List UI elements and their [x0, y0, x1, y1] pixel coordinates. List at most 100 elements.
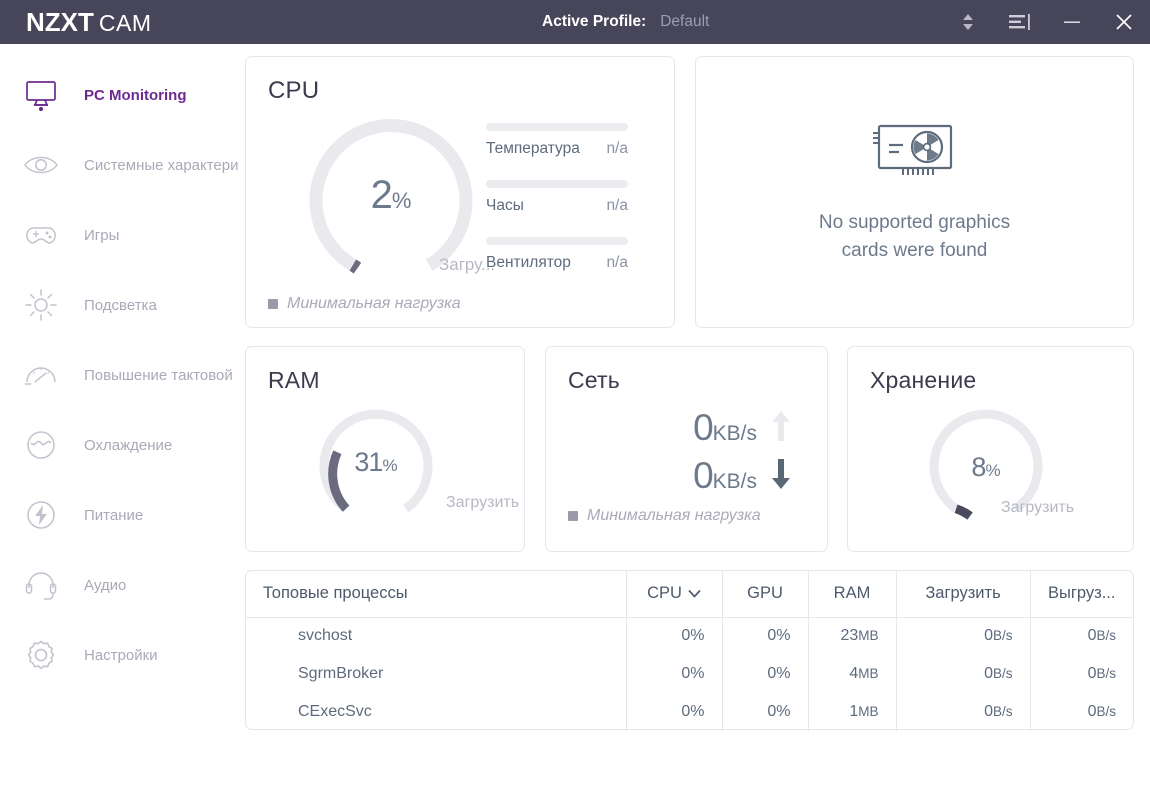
gamepad-icon	[18, 212, 64, 258]
title-bar: NZXT CAM Active Profile: Default	[0, 0, 1150, 44]
network-download-row: 0KB/s	[693, 455, 791, 497]
process-download: 0B/s	[896, 617, 1031, 655]
process-ram: 4MB	[808, 655, 897, 693]
network-card-title: Сеть	[568, 367, 620, 393]
monitor-icon	[18, 72, 64, 118]
sidebar-item-cooling[interactable]: Охлаждение	[0, 410, 245, 480]
cpu-stats-list: Температура n/a Часы n/a Вентилятор n/a	[486, 123, 628, 294]
list-menu-icon[interactable]	[994, 0, 1046, 44]
gpu-empty-message: No supported graphics cards were found	[818, 211, 1011, 261]
cpu-stat-fan: Вентилятор n/a	[486, 237, 628, 272]
cpu-load-status-text: Минимальная нагрузка	[287, 295, 461, 312]
ram-card-title: RAM	[268, 367, 320, 393]
process-gpu: 0%	[722, 617, 809, 655]
cpu-stat-value: n/a	[606, 197, 628, 214]
sidebar-item-label: PC Monitoring	[84, 86, 187, 104]
process-upload: 0B/s	[1087, 665, 1116, 682]
process-cpu: 0%	[626, 693, 723, 731]
process-upload: 0B/s	[1087, 703, 1116, 720]
cpu-clock-bar	[486, 180, 628, 188]
sidebar-item-power[interactable]: Питание	[0, 480, 245, 550]
column-header-cpu[interactable]: CPU	[626, 571, 723, 618]
ram-card[interactable]: RAM 31% Загрузить	[245, 346, 525, 552]
gear-icon	[18, 632, 64, 678]
cpu-stat-label: Часы	[486, 197, 524, 214]
top-processes-table: Топовые процессы CPU GPU RAM Загрузить В…	[246, 571, 1133, 731]
cpu-temperature-bar	[486, 123, 628, 131]
cpu-stat-clock: Часы n/a	[486, 180, 628, 215]
table-row[interactable]: CExecSvc 0% 0% 1MB 0B/s 0B/s	[246, 693, 1133, 731]
network-speeds: 0KB/s 0KB/s	[693, 407, 791, 503]
storage-card-title: Хранение	[870, 367, 977, 393]
network-card[interactable]: Сеть 0KB/s 0KB/s Минимальная нагрузка	[545, 346, 828, 552]
process-cpu: 0%	[626, 655, 723, 693]
column-header-download[interactable]: Загрузить	[896, 571, 1031, 618]
cpu-card-title: CPU	[268, 77, 320, 104]
cpu-card[interactable]: CPU 2% Загру... Температура n/a Часы n/a…	[245, 56, 675, 328]
process-upload: 0B/s	[1087, 627, 1116, 645]
table-header-row: Топовые процессы CPU GPU RAM Загрузить В…	[246, 571, 1133, 618]
close-icon[interactable]	[1098, 0, 1150, 44]
window-controls	[942, 0, 1150, 44]
sidebar: PC Monitoring Системные характери Игры П…	[0, 44, 245, 800]
sidebar-item-settings[interactable]: Настройки	[0, 620, 245, 690]
cpu-stat-value: n/a	[606, 140, 628, 157]
cpu-fan-bar	[486, 237, 628, 245]
cpu-stat-value: n/a	[606, 254, 628, 271]
table-row[interactable]: svchost 0% 0% 23MB 0B/s 0B/s	[246, 617, 1133, 655]
status-square-icon	[268, 299, 278, 309]
status-square-icon	[568, 511, 578, 521]
power-bolt-icon	[18, 492, 64, 538]
column-header-upload[interactable]: Выгруз...	[1030, 571, 1133, 618]
column-header-cpu-label: CPU	[647, 584, 682, 603]
sidebar-item-label: Настройки	[84, 646, 158, 664]
gpu-card[interactable]: No supported graphics cards were found	[695, 56, 1134, 328]
column-header-process[interactable]: Топовые процессы	[246, 571, 627, 618]
sidebar-item-lighting[interactable]: Подсветка	[0, 270, 245, 340]
gauge-icon	[18, 352, 64, 398]
ram-gauge-label: Загрузить	[446, 494, 520, 511]
app-logo: NZXT CAM	[26, 7, 152, 38]
eye-icon	[18, 142, 64, 188]
arrow-up-icon	[771, 409, 791, 448]
network-upload-row: 0KB/s	[693, 407, 791, 449]
active-profile-value[interactable]: Default	[660, 13, 709, 31]
network-load-status: Минимальная нагрузка	[568, 507, 761, 525]
sidebar-item-label: Игры	[84, 226, 120, 244]
ram-usage-gauge: 31%	[316, 405, 436, 525]
storage-usage-value: 8%	[971, 452, 1001, 482]
sidebar-item-label: Системные характери	[84, 156, 239, 174]
sun-icon	[18, 282, 64, 328]
headset-icon	[18, 562, 64, 608]
sidebar-item-pc-monitoring[interactable]: PC Monitoring	[0, 60, 245, 130]
process-download: 0B/s	[896, 693, 1031, 731]
network-download-value: 0KB/s	[693, 455, 757, 496]
cooling-icon	[18, 422, 64, 468]
sidebar-item-audio[interactable]: Аудио	[0, 550, 245, 620]
brand-nzxt: NZXT	[26, 6, 94, 37]
column-header-ram[interactable]: RAM	[808, 571, 897, 618]
brand-cam: CAM	[98, 9, 152, 36]
column-header-gpu[interactable]: GPU	[722, 571, 809, 618]
sidebar-item-label: Аудио	[84, 576, 127, 594]
storage-gauge-label: Загрузить	[1001, 499, 1075, 516]
storage-card[interactable]: Хранение 8% Загрузить	[847, 346, 1134, 552]
minimize-icon[interactable]	[1046, 0, 1098, 44]
process-gpu: 0%	[722, 693, 809, 731]
sidebar-item-overclocking[interactable]: Повышение тактовой	[0, 340, 245, 410]
sidebar-item-label: Охлаждение	[84, 436, 173, 454]
sidebar-item-label: Подсветка	[84, 296, 157, 314]
process-name: CExecSvc	[246, 693, 627, 731]
process-gpu: 0%	[722, 655, 809, 693]
graphics-card-icon	[865, 120, 965, 187]
sort-updown-icon[interactable]	[942, 0, 994, 44]
network-upload-value: 0KB/s	[693, 407, 757, 448]
sidebar-item-label: Питание	[84, 506, 144, 524]
table-row[interactable]: SgrmBroker 0% 0% 4MB 0B/s 0B/s	[246, 655, 1133, 693]
top-processes-card[interactable]: Топовые процессы CPU GPU RAM Загрузить В…	[245, 570, 1134, 731]
process-name: SgrmBroker	[246, 655, 627, 693]
process-ram: 23MB	[808, 617, 897, 655]
active-profile-label: Active Profile:	[542, 13, 647, 30]
sidebar-item-games[interactable]: Игры	[0, 200, 245, 270]
sidebar-item-system-specs[interactable]: Системные характери	[0, 130, 245, 200]
